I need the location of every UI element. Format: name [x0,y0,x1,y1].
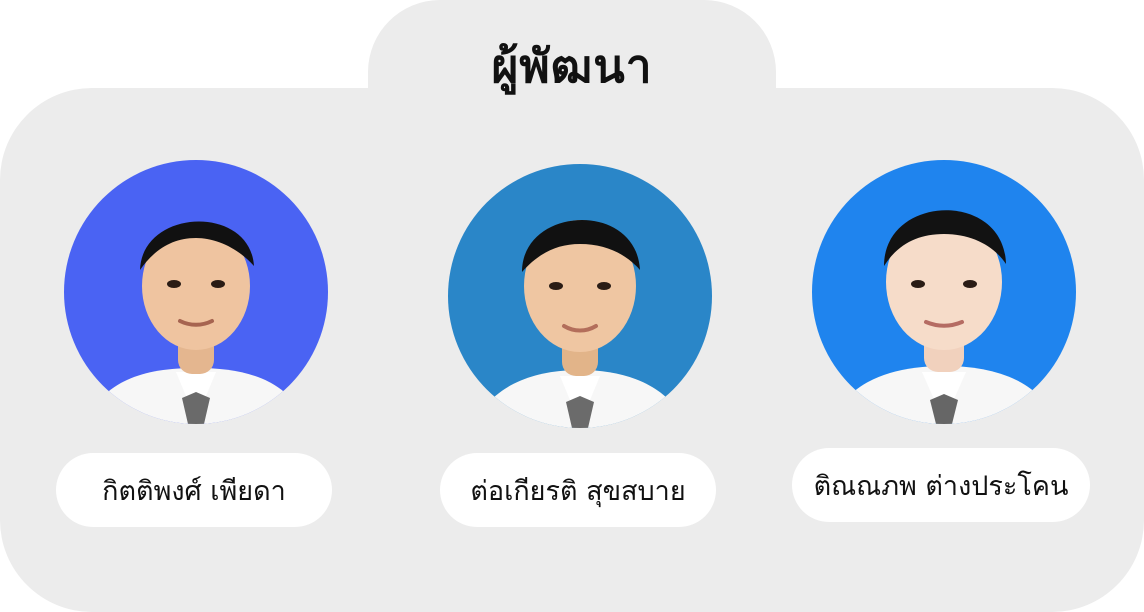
member-name-3: ติณณภพ ต่างประโคน [792,448,1090,522]
avatar [812,160,1076,424]
portrait-photo-3 [812,160,1076,424]
developers-section: ผู้พัฒนา กิตติพงศ์ เพียดา ต่อเกียรติ สุข… [0,0,1144,612]
avatar [64,160,328,424]
portrait-photo-1 [64,160,328,424]
portrait-photo-2 [448,164,712,428]
member-name-2: ต่อเกียรติ สุขสบาย [440,453,716,527]
avatar [448,164,712,428]
member-name-1: กิตติพงศ์ เพียดา [56,453,332,527]
page-title: ผู้พัฒนา [491,39,653,93]
